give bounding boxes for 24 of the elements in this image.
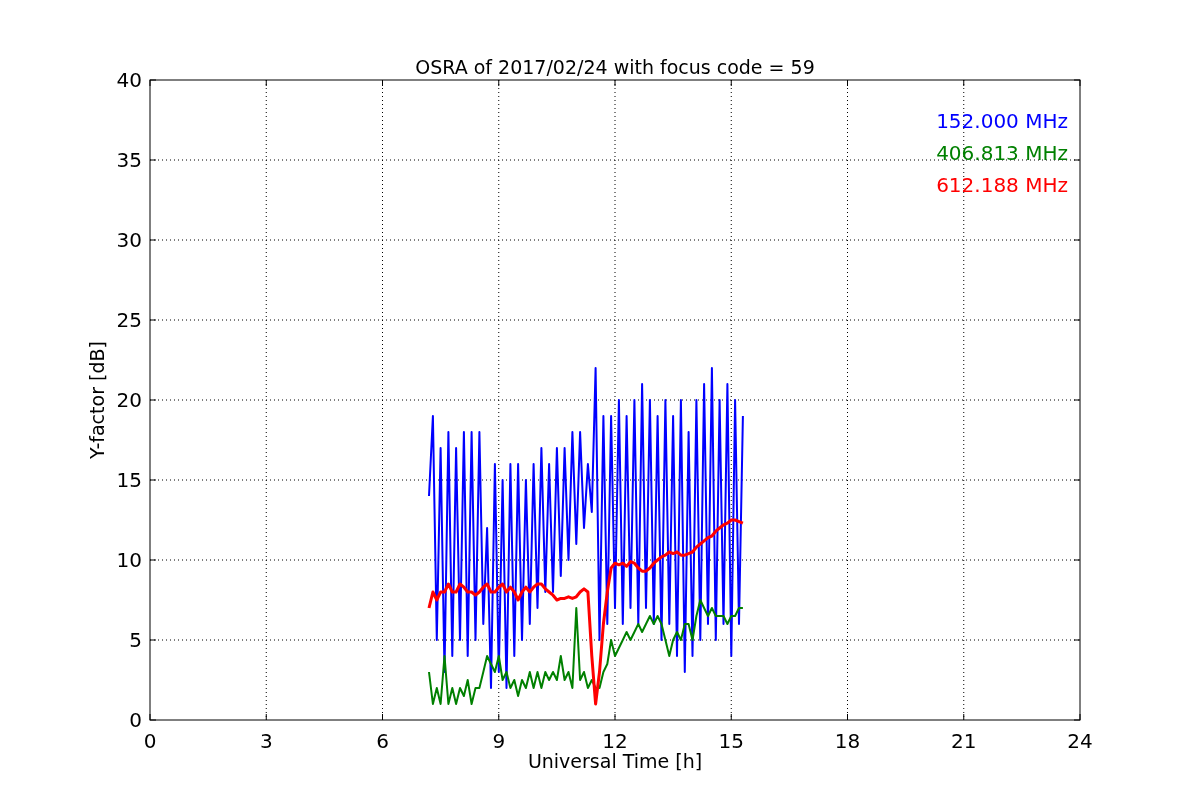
tick-label: 25	[116, 308, 142, 332]
tick-label: 5	[129, 628, 142, 652]
axis-label: Universal Time [h]	[527, 750, 703, 772]
axis-label: Y-factor [dB]	[86, 341, 108, 459]
tick-label: 21	[951, 729, 977, 753]
tick-label: 20	[116, 388, 142, 412]
legend-label: 152.000 MHz	[936, 109, 1068, 133]
tick-label: 10	[116, 548, 142, 572]
chart-title: OSRA of 2017/02/24 with focus code = 59	[415, 56, 815, 78]
tick-label: 0	[143, 729, 157, 753]
tick-label: 18	[834, 729, 861, 753]
tick-label: 0	[129, 708, 142, 732]
tick-label: 6	[376, 729, 389, 753]
tick-label: 40	[116, 68, 142, 92]
legend-label: 612.188 MHz	[936, 173, 1068, 197]
tick-label: 15	[718, 729, 744, 753]
legend-label: 406.813 MHz	[936, 141, 1068, 165]
tick-label: 12	[602, 729, 628, 753]
tick-label: 3	[259, 729, 273, 753]
tick-label: 15	[116, 468, 142, 492]
tick-label: 30	[116, 228, 142, 252]
tick-label: 9	[492, 729, 506, 753]
tick-label: 24	[1067, 729, 1093, 753]
tick-label: 35	[116, 148, 142, 172]
